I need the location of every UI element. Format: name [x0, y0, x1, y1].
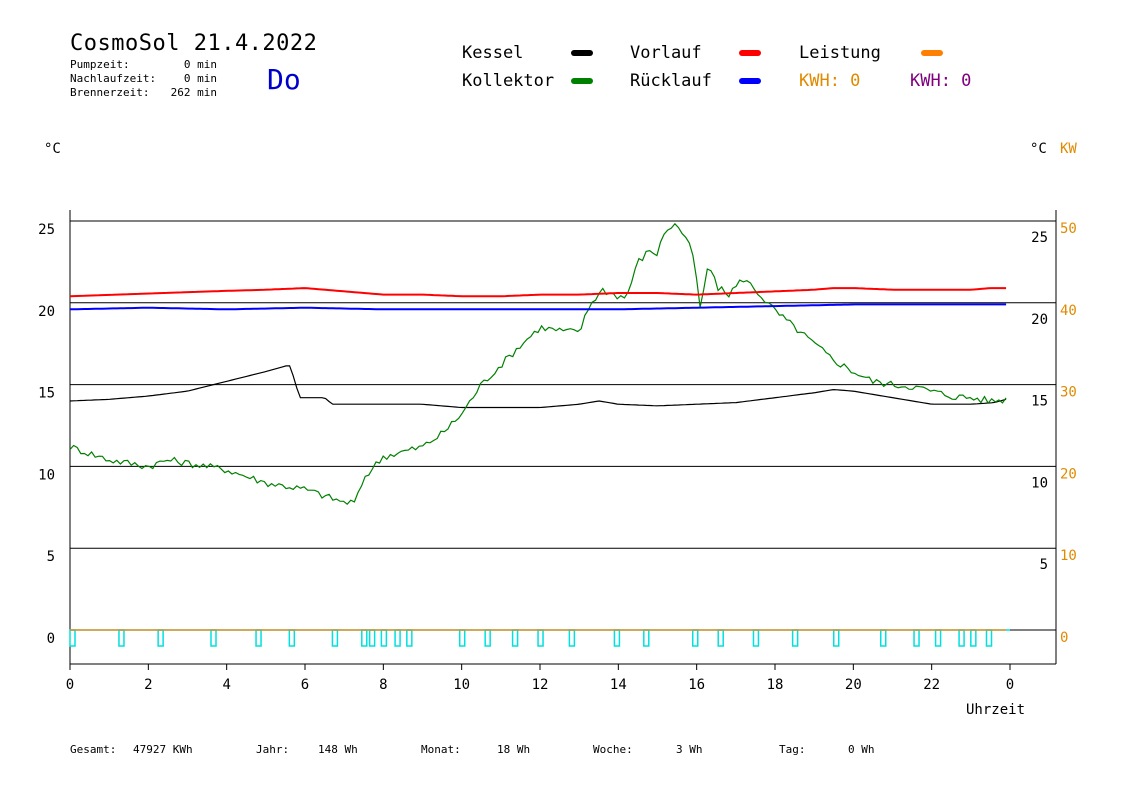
pump-pulse-bar	[913, 629, 920, 647]
right-kw-tick-label: 10	[1060, 548, 1077, 564]
pump-pulses	[69, 629, 1010, 647]
legend-kollektor-label: Kollektor	[462, 71, 554, 91]
footer-woche-label: Woche:	[593, 743, 633, 756]
series-line-rücklauf	[70, 303, 1007, 311]
series-line-vorlauf	[69, 287, 1007, 298]
x-tick-label: 22	[923, 677, 940, 693]
x-tick-label: 6	[301, 677, 309, 693]
stat-brenner-value: 262 min	[171, 86, 217, 99]
series-line-kollektor	[69, 222, 1007, 506]
right-kw-tick-label: 30	[1060, 385, 1077, 401]
footer-gesamt-value: 47927 KWh	[133, 743, 193, 756]
pump-pulse-bar	[613, 629, 621, 647]
x-axis-label: Uhrzeit	[966, 702, 1025, 718]
x-tick-label: 8	[379, 677, 387, 693]
legend-kessel-label: Kessel	[462, 43, 523, 63]
pump-pulse-bar	[880, 629, 887, 647]
x-tick-label: 4	[222, 677, 230, 693]
pump-pulse-bar	[331, 629, 339, 647]
pump-pulse-bar	[288, 629, 296, 647]
left-tick-label: 15	[38, 386, 55, 402]
x-tick-label: 2	[144, 677, 152, 693]
footer-monat-label: Monat:	[421, 743, 461, 756]
x-tick-label: 16	[688, 677, 705, 693]
x-tick-label: 12	[532, 677, 549, 693]
pump-pulse-bar	[958, 629, 965, 647]
left-tick-label: 10	[38, 467, 55, 483]
stat-pump-label: Pumpzeit:	[70, 58, 130, 71]
footer-gesamt-label: Gesamt:	[70, 743, 116, 756]
right-c-tick-label: 25	[1031, 230, 1048, 246]
x-tick-label: 18	[767, 677, 784, 693]
chart: CosmoSol 21.4.2022 Pumpzeit: 0 min Nachl…	[38, 31, 1077, 756]
stat-pump-value: 0 min	[184, 58, 217, 71]
pump-pulse-bar	[985, 629, 993, 647]
series-line-kessel	[69, 365, 1007, 409]
pump-pulse-bar	[970, 629, 977, 647]
pump-pulse-bar	[406, 629, 413, 647]
footer-woche-value: 3 Wh	[676, 743, 703, 756]
grid-lines	[70, 220, 1056, 631]
left-tick-label: 20	[38, 304, 55, 320]
pump-pulse-bar	[210, 629, 217, 647]
right-c-tick-label: 15	[1031, 394, 1048, 410]
kwh-orange-label: KWH: 0	[799, 71, 860, 91]
pump-pulse-bar	[833, 629, 840, 647]
pump-pulse-bar	[118, 629, 125, 647]
x-tick-label: 14	[610, 677, 627, 693]
pump-pulse-bar	[717, 629, 724, 647]
pump-pulse-bar	[69, 629, 76, 647]
x-tick-label: 20	[845, 677, 862, 693]
left-tick-label: 5	[47, 549, 55, 565]
stat-nachlauf-label: Nachlaufzeit:	[70, 72, 156, 85]
pump-pulse-bar	[934, 629, 942, 647]
x-tick-label: 0	[1006, 677, 1014, 693]
pump-pulse-bar	[692, 629, 699, 647]
right-kw-tick-label: 50	[1060, 221, 1077, 237]
y-ticks: 0 5 10 15 20 25 5 10 15 20 25 0 10 20 30 40 50	[38, 221, 1077, 647]
pump-pulse-bar	[568, 629, 576, 647]
series-lines	[69, 222, 1007, 631]
right-kw-tick-label: 20	[1060, 466, 1077, 482]
chart-title: CosmoSol 21.4.2022	[70, 31, 317, 56]
footer-jahr-value: 148 Wh	[318, 743, 358, 756]
pump-pulse-bar	[157, 629, 164, 647]
right-c-tick-label: 10	[1031, 475, 1048, 491]
footer-tag-label: Tag:	[779, 743, 806, 756]
pump-pulse-bar	[368, 629, 376, 647]
pump-pulse-bar	[484, 629, 491, 647]
x-tick-label: 10	[453, 677, 470, 693]
stat-brenner-label: Brennerzeit:	[70, 86, 149, 99]
pump-pulse-bar	[361, 629, 368, 647]
pump-pulse-bar	[791, 629, 799, 647]
left-unit-label: °C	[44, 141, 61, 157]
footer-tag-value: 0 Wh	[848, 743, 875, 756]
footer-monat-value: 18 Wh	[497, 743, 530, 756]
x-ticks: 0 2 4 6 8 10 12 14 16 18 20 22 0	[66, 664, 1014, 693]
pump-pulse-bar	[643, 629, 650, 647]
pump-pulse-bar	[511, 629, 519, 647]
legend-vorlauf-label: Vorlauf	[630, 43, 702, 63]
footer-jahr-label: Jahr:	[256, 743, 289, 756]
weekday-label: Do	[267, 63, 301, 96]
right-unit-c-label: °C	[1030, 141, 1047, 157]
right-kw-tick-label: 40	[1060, 303, 1077, 319]
right-c-tick-label: 5	[1040, 557, 1048, 573]
pump-pulse-bar	[458, 629, 466, 647]
pump-pulse-bar	[255, 629, 262, 647]
pump-pulse-bar	[752, 629, 760, 647]
right-kw-tick-label: 0	[1060, 630, 1068, 646]
left-tick-label: 0	[47, 631, 55, 647]
x-tick-label: 0	[66, 677, 74, 693]
legend-ruecklauf-label: Rücklauf	[630, 71, 712, 91]
right-unit-kw-label: KW	[1060, 141, 1077, 157]
kwh-purple-label: KWH: 0	[910, 71, 971, 91]
pump-pulse-bar	[394, 629, 401, 647]
left-tick-label: 25	[38, 222, 55, 238]
pump-pulse-bar	[380, 629, 388, 647]
stat-nachlauf-value: 0 min	[184, 72, 217, 85]
right-c-tick-label: 20	[1031, 312, 1048, 328]
legend-leistung-label: Leistung	[799, 43, 881, 63]
pump-pulse-bar	[537, 629, 544, 647]
